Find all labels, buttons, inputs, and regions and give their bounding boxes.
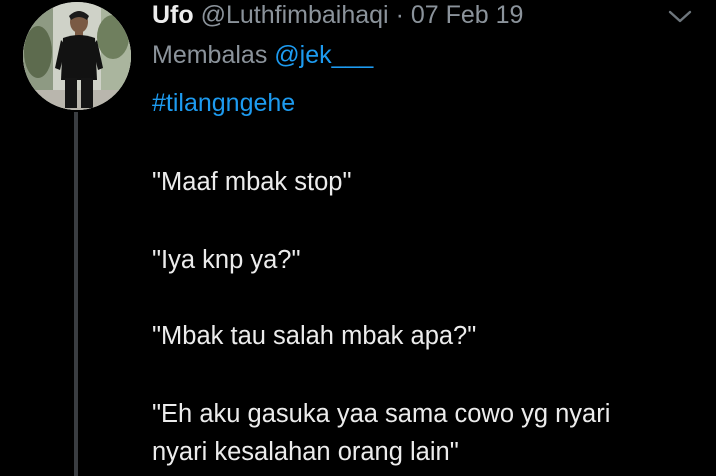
tweet-header: Ufo @Luthfimbaihaqi · 07 Feb 19	[152, 0, 523, 34]
reply-prefix: Membalas	[152, 41, 268, 69]
tweet-text-line-5: nyari kesalahan orang lain"	[152, 438, 459, 466]
hashtag-link[interactable]: #tilangngehe	[152, 86, 295, 120]
thread-line	[74, 112, 78, 476]
display-name[interactable]: Ufo	[152, 1, 194, 29]
tweet-menu-button[interactable]	[662, 4, 698, 28]
separator: ·	[395, 1, 404, 29]
profile-photo-icon	[23, 2, 131, 110]
tweet-text-line-3: "Mbak tau salah mbak apa?"	[152, 322, 477, 350]
tweet-date[interactable]: 07 Feb 19	[411, 1, 524, 29]
tweet-text-line-1: "Maaf mbak stop"	[152, 168, 352, 196]
tweet-text-line-2: "Iya knp ya?"	[152, 246, 301, 274]
tweet: Ufo @Luthfimbaihaqi · 07 Feb 19 Membalas…	[0, 0, 716, 476]
reply-mention-link[interactable]: @jek___	[274, 41, 373, 69]
chevron-down-icon	[668, 10, 692, 23]
avatar[interactable]	[23, 2, 131, 110]
reply-context: Membalas @jek___	[152, 38, 373, 72]
tweet-text-line-4: "Eh aku gasuka yaa sama cowo yg nyari	[152, 400, 611, 428]
user-handle[interactable]: @Luthfimbaihaqi	[201, 1, 389, 29]
